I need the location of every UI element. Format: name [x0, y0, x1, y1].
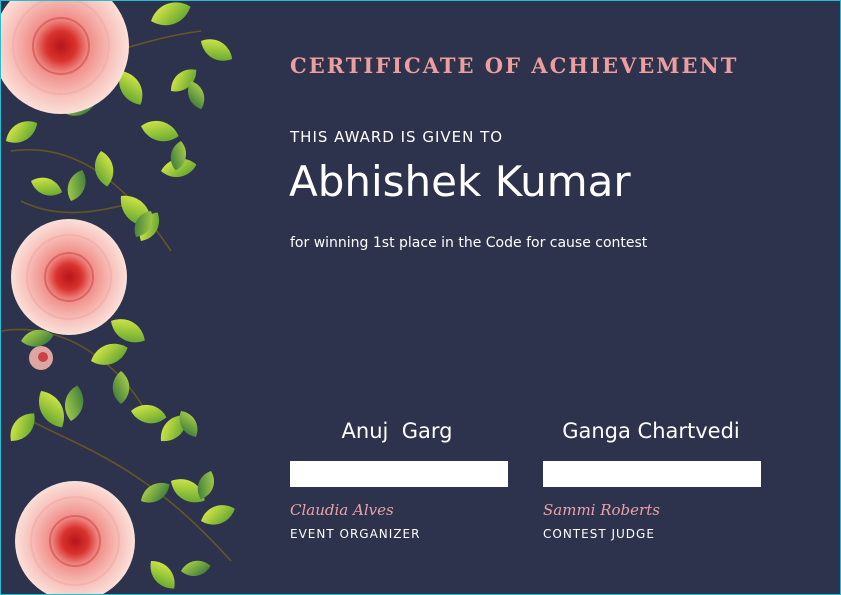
signer-role-organizer: EVENT ORGANIZER [290, 527, 421, 541]
certificate-title: CERTIFICATE OF ACHIEVEMENT [290, 53, 739, 78]
signer-name-organizer: Claudia Alves [290, 501, 394, 519]
award-given-to-label: THIS AWARD IS GIVEN TO [290, 128, 504, 146]
recipient-name: Abhishek Kumar [289, 157, 631, 206]
certificate-page: CERTIFICATE OF ACHIEVEMENT THIS AWARD IS… [0, 0, 841, 595]
signer-name-judge: Sammi Roberts [543, 501, 660, 519]
floral-border-decoration [1, 1, 238, 594]
rose-middle [11, 219, 127, 335]
signature-line-organizer [290, 461, 508, 487]
signature-name-organizer: Anuj Garg [341, 419, 453, 443]
signature-line-judge [543, 461, 761, 487]
rose-bottom [15, 481, 135, 594]
signer-role-judge: CONTEST JUDGE [543, 527, 655, 541]
signature-name-judge: Ganga Chartvedi [562, 419, 740, 443]
award-reason: for winning 1st place in the Code for ca… [290, 235, 648, 251]
rose-top [1, 1, 129, 114]
